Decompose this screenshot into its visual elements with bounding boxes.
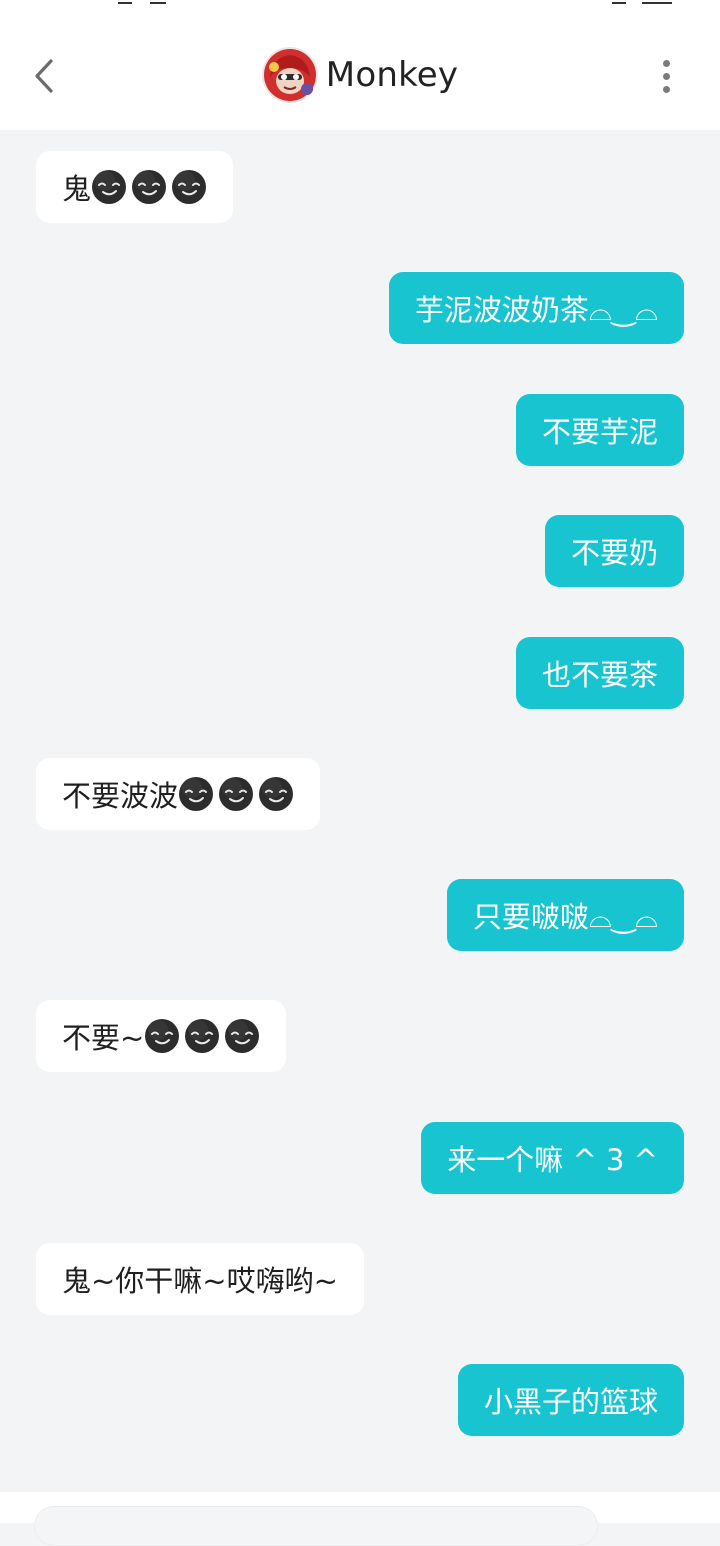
message-text: 小黑子的篮球 [483, 1385, 658, 1419]
message-text: 芋泥波波奶茶⌓‿⌓ [414, 293, 658, 327]
message-text: 鬼 [62, 172, 92, 206]
message-bubble-outgoing[interactable]: 不要奶 [544, 515, 684, 587]
message-bubble-outgoing[interactable]: 小黑子的篮球 [457, 1364, 684, 1436]
input-bar [0, 1492, 720, 1546]
message-text: 来一个嘛 ^ 3 ^ [447, 1143, 658, 1177]
smirk-face-emoji [225, 1019, 260, 1053]
message-bubble-incoming[interactable]: 不要~ [36, 1000, 287, 1072]
message-text: 不要奶 [570, 536, 658, 570]
message-bubble-outgoing[interactable]: 来一个嘛 ^ 3 ^ [421, 1122, 684, 1194]
chat-header: Monkey [0, 22, 720, 130]
emoji-group [178, 776, 294, 812]
smirk-face-emoji [172, 170, 207, 204]
smirk-face-emoji [219, 777, 254, 811]
smirk-face-emoji [132, 170, 167, 204]
smirk-face-emoji [179, 777, 214, 811]
message-text: 不要波波 [62, 779, 179, 813]
emoji-group [91, 169, 207, 205]
battery-icon [642, 0, 672, 4]
message-text: 不要~ [62, 1021, 145, 1055]
status-icon [612, 0, 626, 4]
more-vertical-icon [662, 59, 670, 67]
chat-title: Monkey [325, 55, 459, 95]
message-text: 也不要茶 [541, 658, 658, 692]
smirk-face-emoji [145, 1019, 180, 1053]
message-text: 鬼~你干嘛~哎嗨哟~ [62, 1264, 338, 1298]
message-list[interactable]: 鬼 芋泥波波奶茶⌓‿⌓ 不要芋泥 不要奶 也不要茶 不要波波 只要啵啵⌓‿⌓ 不… [0, 130, 720, 1492]
message-bubble-incoming[interactable]: 鬼 [36, 151, 234, 223]
message-bubble-outgoing[interactable]: 芋泥波波奶茶⌓‿⌓ [388, 272, 684, 344]
message-bubble-outgoing[interactable]: 不要芋泥 [515, 394, 684, 466]
smirk-face-emoji [185, 1019, 220, 1053]
chat-title-group[interactable]: Monkey [0, 44, 720, 106]
message-input[interactable] [34, 1506, 598, 1546]
emoji-group [144, 1018, 260, 1054]
status-icon [118, 0, 132, 4]
avatar[interactable] [261, 47, 318, 103]
status-bar [0, 0, 720, 22]
message-bubble-incoming[interactable]: 不要波波 [36, 758, 321, 830]
message-bubble-outgoing[interactable]: 也不要茶 [515, 637, 684, 709]
more-options-button[interactable] [648, 52, 684, 100]
message-bubble-incoming[interactable]: 鬼~你干嘛~哎嗨哟~ [36, 1243, 364, 1315]
message-text: 只要啵啵⌓‿⌓ [472, 900, 658, 934]
message-text: 不要芋泥 [541, 415, 658, 449]
smirk-face-emoji [92, 170, 127, 204]
message-bubble-outgoing[interactable]: 只要啵啵⌓‿⌓ [446, 879, 684, 951]
status-icon [150, 0, 166, 4]
smirk-face-emoji [259, 777, 294, 811]
